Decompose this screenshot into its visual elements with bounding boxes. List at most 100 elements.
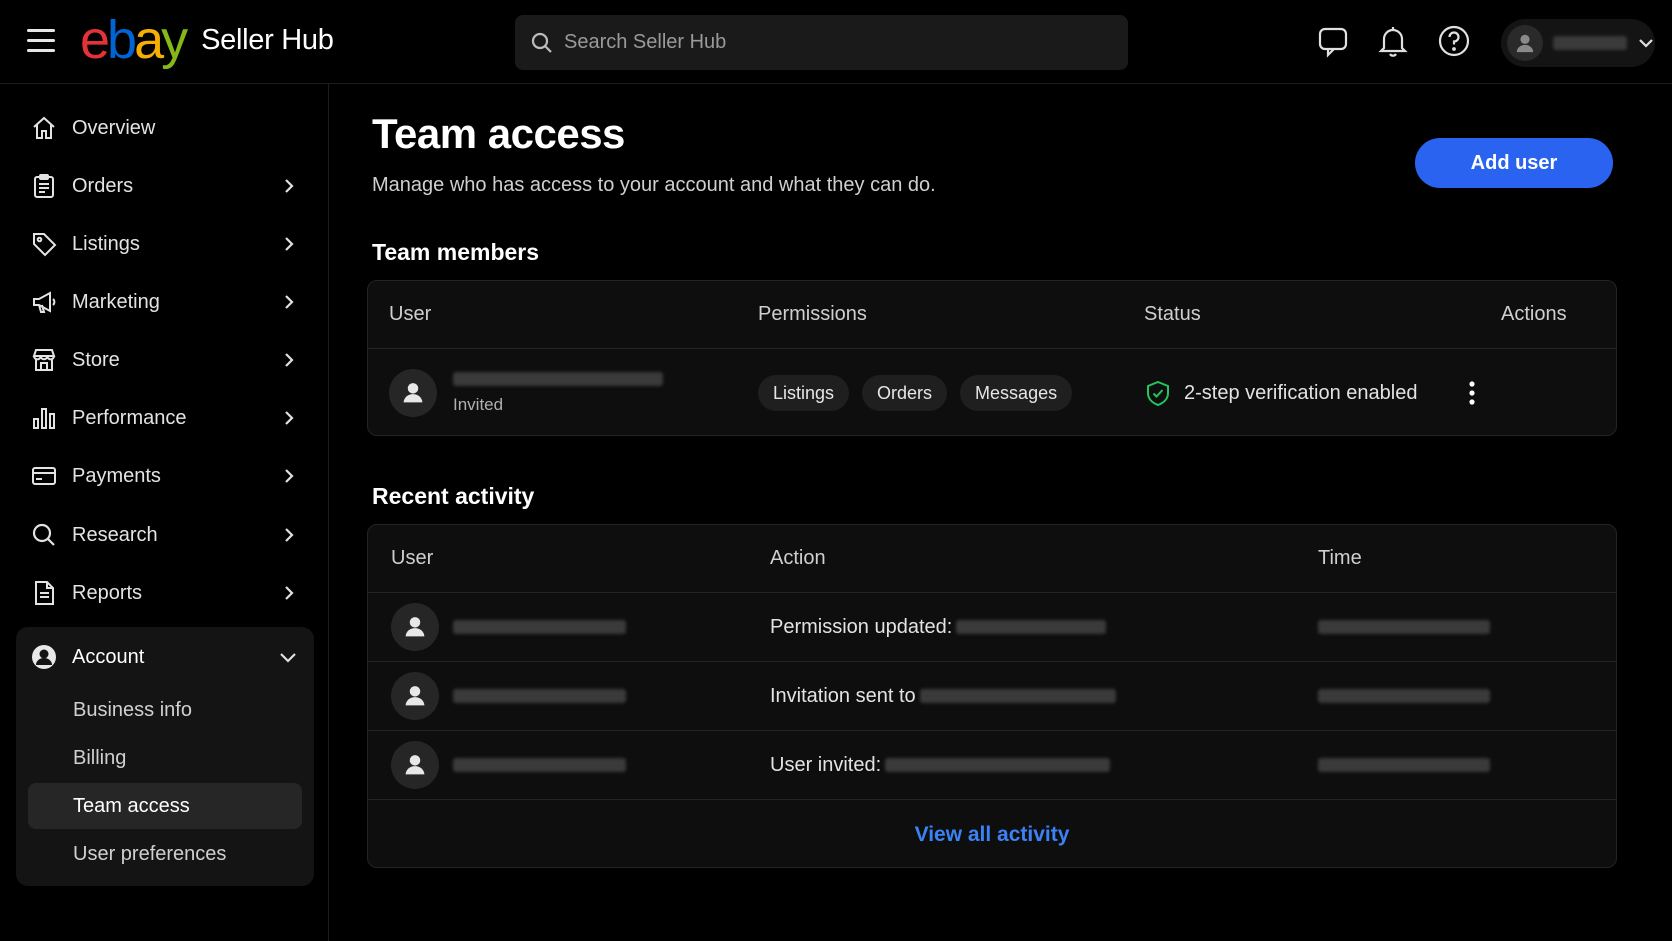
profile-menu[interactable]	[1501, 19, 1655, 67]
activity-user-cell	[391, 662, 626, 730]
chevron-right-icon	[285, 237, 294, 251]
search-icon	[30, 521, 58, 549]
store-icon	[30, 346, 58, 374]
home-icon	[30, 114, 58, 142]
table-header: User Action Time	[368, 525, 1616, 593]
team-members-title: Team members	[372, 239, 540, 265]
chevron-right-icon	[285, 469, 294, 483]
column-header-status: Status	[1144, 303, 1201, 325]
clipboard-icon	[30, 172, 58, 200]
search-input[interactable]	[564, 31, 1104, 54]
sidebar-item-research[interactable]: Research	[16, 509, 314, 561]
megaphone-icon	[30, 288, 58, 316]
column-header-permissions: Permissions	[758, 303, 867, 325]
search-bar	[515, 15, 1128, 70]
sidebar-item-account[interactable]: Account	[16, 631, 314, 683]
redacted-user-name	[453, 689, 626, 703]
chevron-right-icon	[285, 353, 294, 367]
help-icon[interactable]	[1437, 24, 1471, 58]
table-row: Invitation sent to	[368, 662, 1616, 731]
redacted-time	[1318, 689, 1490, 703]
permission-chip: Messages	[960, 375, 1073, 411]
chevron-down-icon	[280, 653, 296, 663]
sidebar-item-label: Store	[72, 348, 120, 371]
sidebar-item-marketing[interactable]: Marketing	[16, 276, 314, 328]
activity-action-text: Permission updated:	[770, 615, 953, 638]
column-header-actions: Actions	[1501, 303, 1567, 325]
chevron-right-icon	[285, 528, 294, 542]
activity-action-text: User invited:	[770, 753, 882, 776]
activity-action-cell: Invitation sent to	[770, 662, 1116, 730]
recent-activity-title: Recent activity	[372, 483, 535, 509]
add-user-button[interactable]: Add user	[1415, 138, 1613, 188]
sidebar-item-label: Marketing	[72, 290, 160, 313]
sidebar-item-label: Payments	[72, 464, 161, 487]
view-all-activity-link[interactable]: View all activity	[368, 823, 1616, 847]
permission-chip: Listings	[758, 375, 850, 411]
shield-check-icon	[1147, 380, 1169, 407]
sidebar-item-label: Research	[72, 523, 158, 546]
activity-time-cell	[1318, 731, 1490, 799]
page-title: Team access	[372, 110, 625, 157]
sidebar-item-store[interactable]: Store	[16, 334, 314, 386]
sidebar-item-label: Performance	[72, 406, 187, 429]
account-group: Account Business info Billing Team acces…	[16, 627, 314, 886]
activity-time-cell	[1318, 593, 1490, 661]
table-header: User Permissions Status Actions	[368, 281, 1616, 349]
activity-time-cell	[1318, 662, 1490, 730]
avatar-icon	[1507, 25, 1543, 61]
sidebar-item-reports[interactable]: Reports	[16, 567, 314, 619]
chevron-down-icon	[1639, 39, 1653, 48]
document-icon	[30, 579, 58, 607]
member-user-cell: Invited	[389, 349, 663, 435]
search-icon	[531, 32, 552, 53]
table-row: User invited:	[368, 731, 1616, 800]
user-avatar-icon	[391, 741, 439, 789]
user-avatar-icon	[391, 672, 439, 720]
table-row: Permission updated:	[368, 593, 1616, 662]
more-actions-icon[interactable]	[1452, 349, 1492, 435]
chevron-right-icon	[285, 586, 294, 600]
sidebar-subitem-team-access[interactable]: Team access	[28, 783, 302, 829]
activity-action-text: Invitation sent to	[770, 684, 916, 707]
sidebar-item-listings[interactable]: Listings	[16, 218, 314, 270]
user-avatar-icon	[389, 369, 437, 417]
redacted-time	[1318, 620, 1490, 634]
main-content: Team access Manage who has access to you…	[329, 84, 1672, 941]
redacted-target	[919, 689, 1116, 703]
table-row: Invited Listings Orders Messages 2-step …	[368, 349, 1616, 435]
user-avatar-icon	[391, 603, 439, 651]
activity-user-cell	[391, 593, 626, 661]
sidebar-item-label: Orders	[72, 174, 134, 197]
permission-chip: Orders	[862, 375, 948, 411]
redacted-time	[1318, 758, 1490, 772]
redacted-user-name	[453, 758, 626, 772]
permissions-cell: Listings Orders Messages	[758, 349, 1085, 435]
sidebar-item-orders[interactable]: Orders	[16, 160, 314, 212]
status-text: 2-step verification enabled	[1184, 381, 1418, 404]
sidebar-item-payments[interactable]: Payments	[16, 450, 314, 502]
sidebar-item-label: Overview	[72, 116, 156, 139]
logo-wordmark: ebay	[80, 10, 188, 70]
bell-icon[interactable]	[1376, 24, 1410, 58]
ebay-logo[interactable]: ebay Seller Hub	[80, 10, 334, 70]
message-icon[interactable]	[1316, 24, 1350, 58]
sidebar-item-label: Account	[72, 645, 145, 668]
sidebar-subitem-billing[interactable]: Billing	[28, 735, 302, 781]
activity-action-cell: User invited:	[770, 731, 1111, 799]
tag-icon	[30, 230, 58, 258]
column-header-user: User	[389, 303, 432, 325]
menu-icon[interactable]	[27, 29, 55, 53]
sidebar-item-performance[interactable]: Performance	[16, 392, 314, 444]
sidebar-subitem-user-preferences[interactable]: User preferences	[28, 831, 302, 877]
activity-action-cell: Permission updated:	[770, 593, 1107, 661]
sidebar-item-label: Listings	[72, 232, 140, 255]
column-header-time: Time	[1318, 547, 1362, 569]
sidebar-subitem-business-info[interactable]: Business info	[28, 687, 302, 733]
redacted-user-name	[453, 371, 663, 386]
sidebar-item-overview[interactable]: Overview	[16, 102, 314, 154]
member-status-text: Invited	[453, 394, 504, 414]
chevron-right-icon	[285, 295, 294, 309]
bar-chart-icon	[30, 404, 58, 432]
card-icon	[30, 462, 58, 490]
